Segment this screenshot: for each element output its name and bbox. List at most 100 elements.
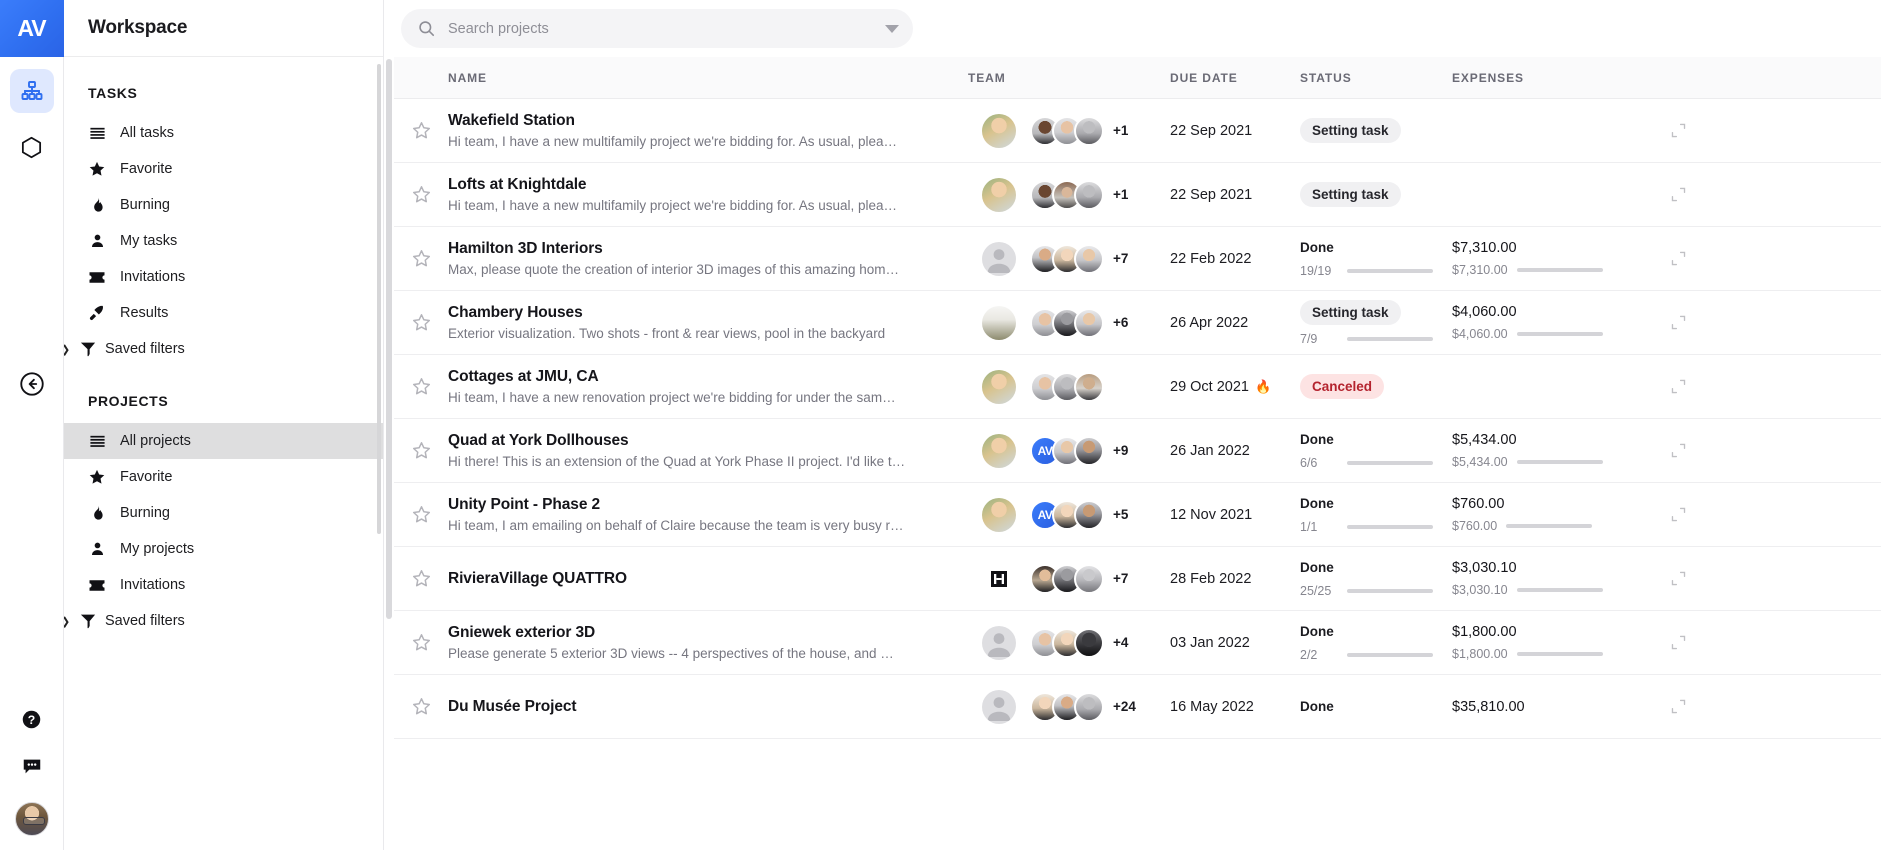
sidebar-item-favorite[interactable]: Favorite [64, 459, 383, 495]
search-bar[interactable] [401, 9, 913, 48]
project-name-cell[interactable]: Du Musée Project [448, 698, 968, 716]
avatar[interactable] [1074, 435, 1104, 466]
project-name-cell[interactable]: Cottages at JMU, CA Hi team, I have a new… [448, 368, 968, 405]
team-overflow-count[interactable]: +5 [1113, 507, 1128, 522]
avatar[interactable] [982, 497, 1016, 532]
star-icon[interactable] [411, 504, 432, 525]
chevron-right-icon[interactable]: ❯ [64, 343, 71, 356]
table-row[interactable]: Cottages at JMU, CA Hi team, I have a new… [394, 355, 1881, 419]
star-icon[interactable] [411, 120, 432, 141]
expand-icon[interactable] [1670, 314, 1687, 331]
rail-item-workspace[interactable] [9, 69, 54, 113]
avatar-placeholder[interactable] [982, 625, 1016, 660]
expand-icon[interactable] [1670, 378, 1687, 395]
expand-icon[interactable] [1670, 506, 1687, 523]
table-row[interactable]: Wakefield Station Hi team, I have a new m… [394, 99, 1881, 163]
column-header-name[interactable]: NAME [448, 71, 968, 85]
sidebar-item-favorite[interactable]: Favorite [64, 151, 383, 187]
table-scrollbar[interactable] [384, 57, 394, 850]
star-icon[interactable] [411, 632, 432, 653]
expand-icon[interactable] [1670, 698, 1687, 715]
team-overflow-count[interactable]: +7 [1113, 251, 1128, 266]
chat-button[interactable] [21, 755, 43, 782]
star-icon[interactable] [411, 696, 432, 717]
avatar-placeholder[interactable] [982, 241, 1016, 276]
table-row[interactable]: Hamilton 3D Interiors Max, please quote t… [394, 227, 1881, 291]
avatar[interactable] [982, 369, 1016, 404]
help-button[interactable]: ? [21, 709, 42, 735]
sidebar-item-saved-filters[interactable]: ❯ Saved filters [64, 331, 383, 367]
avatar[interactable] [982, 305, 1016, 340]
chevron-right-icon[interactable]: ❯ [64, 615, 71, 628]
project-name-cell[interactable]: Unity Point - Phase 2 Hi team, I am email… [448, 496, 968, 533]
expand-icon[interactable] [1670, 250, 1687, 267]
avatar[interactable] [1074, 499, 1104, 530]
team-overflow-count[interactable]: +7 [1113, 571, 1128, 586]
table-row[interactable]: Gniewek exterior 3D Please generate 5 ext… [394, 611, 1881, 675]
expand-icon[interactable] [1670, 442, 1687, 459]
project-name-cell[interactable]: RivieraVillage QUATTRO [448, 570, 968, 588]
avatar[interactable] [14, 802, 49, 836]
team-overflow-count[interactable]: +1 [1113, 187, 1128, 202]
avatar[interactable] [1074, 627, 1104, 658]
rail-item-assets[interactable] [10, 125, 54, 169]
team-overflow-count[interactable]: +6 [1113, 315, 1128, 330]
sidebar-item-all-tasks[interactable]: All tasks [64, 115, 383, 151]
sidebar-item-burning[interactable]: Burning [64, 495, 383, 531]
table-row[interactable]: Quad at York Dollhouses Hi there! This is… [394, 419, 1881, 483]
search-input[interactable] [448, 20, 873, 37]
expand-icon[interactable] [1670, 122, 1687, 139]
avatar[interactable] [1074, 243, 1104, 274]
project-name-cell[interactable]: Wakefield Station Hi team, I have a new m… [448, 112, 968, 149]
star-icon[interactable] [411, 184, 432, 205]
project-name-cell[interactable]: Hamilton 3D Interiors Max, please quote t… [448, 240, 968, 277]
table-row[interactable]: Du Musée Project +24 16 May 2022 Done $35,81… [394, 675, 1881, 739]
sidebar-item-burning[interactable]: Burning [64, 187, 383, 223]
column-header-team[interactable]: TEAM [968, 71, 1170, 85]
expand-icon[interactable] [1670, 186, 1687, 203]
project-name-cell[interactable]: Chambery Houses Exterior visualization. T… [448, 304, 968, 341]
avatar[interactable] [982, 433, 1016, 468]
project-name-cell[interactable]: Quad at York Dollhouses Hi there! This is… [448, 432, 968, 469]
avatar[interactable] [1074, 563, 1104, 594]
star-icon[interactable] [411, 312, 432, 333]
star-icon[interactable] [411, 440, 432, 461]
sidebar-item-my-projects[interactable]: My projects [64, 531, 383, 567]
column-header-due[interactable]: DUE DATE [1170, 71, 1300, 85]
avatar[interactable] [982, 177, 1016, 212]
team-overflow-count[interactable]: +24 [1113, 699, 1136, 714]
avatar-placeholder[interactable] [982, 689, 1016, 724]
expand-icon[interactable] [1670, 570, 1687, 587]
table-row[interactable]: Unity Point - Phase 2 Hi team, I am email… [394, 483, 1881, 547]
chevron-down-icon[interactable] [885, 24, 899, 33]
column-header-expenses[interactable]: EXPENSES [1452, 71, 1652, 85]
collapse-sidebar-button[interactable] [18, 370, 46, 398]
avatar[interactable] [1074, 691, 1104, 722]
project-name-cell[interactable]: Gniewek exterior 3D Please generate 5 ext… [448, 624, 968, 661]
app-logo[interactable]: AV [0, 0, 64, 57]
avatar[interactable] [1074, 115, 1104, 146]
sidebar-item-invitations[interactable]: Invitations [64, 259, 383, 295]
sidebar-scrollbar[interactable] [377, 64, 381, 534]
sidebar-item-all-projects[interactable]: All projects [64, 423, 383, 459]
table-row[interactable]: Chambery Houses Exterior visualization. T… [394, 291, 1881, 355]
project-name-cell[interactable]: Lofts at Knightdale Hi team, I have a new… [448, 176, 968, 213]
avatar[interactable] [1074, 371, 1104, 402]
expand-icon[interactable] [1670, 634, 1687, 651]
table-row[interactable]: RivieraVillage QUATTRO +7 28 Feb 2022 Done 2… [394, 547, 1881, 611]
team-overflow-count[interactable]: +1 [1113, 123, 1128, 138]
sidebar-item-saved-filters[interactable]: ❯ Saved filters [64, 603, 383, 639]
team-overflow-count[interactable]: +9 [1113, 443, 1128, 458]
avatar[interactable] [982, 113, 1016, 148]
table-row[interactable]: Lofts at Knightdale Hi team, I have a new… [394, 163, 1881, 227]
avatar[interactable] [1074, 179, 1104, 210]
avatar-logo[interactable] [982, 561, 1016, 596]
sidebar-item-results[interactable]: Results [64, 295, 383, 331]
column-header-status[interactable]: STATUS [1300, 71, 1452, 85]
team-overflow-count[interactable]: +4 [1113, 635, 1128, 650]
star-icon[interactable] [411, 248, 432, 269]
star-icon[interactable] [411, 376, 432, 397]
sidebar-item-invitations[interactable]: Invitations [64, 567, 383, 603]
avatar[interactable] [1074, 307, 1104, 338]
star-icon[interactable] [411, 568, 432, 589]
